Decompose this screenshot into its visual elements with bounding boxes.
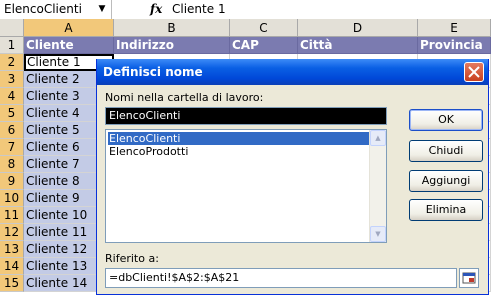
- row-header[interactable]: 7: [0, 139, 24, 156]
- dialog-titlebar[interactable]: Definisci nome: [97, 59, 488, 85]
- names-list[interactable]: ElencoClienti ElencoProdotti ▲ ▼: [105, 129, 387, 243]
- row-header[interactable]: 11: [0, 207, 24, 224]
- row-header[interactable]: 15: [0, 275, 24, 292]
- row-header[interactable]: 12: [0, 224, 24, 241]
- row-header[interactable]: 2: [0, 54, 24, 71]
- select-all-corner[interactable]: [0, 19, 24, 37]
- column-header[interactable]: D: [298, 19, 418, 37]
- close-icon: [468, 66, 480, 78]
- name-input[interactable]: ElencoClienti: [105, 107, 387, 125]
- scroll-up-icon[interactable]: ▲: [370, 130, 386, 146]
- row-header[interactable]: 14: [0, 258, 24, 275]
- column-header[interactable]: E: [418, 19, 491, 37]
- dialog-title: Definisci nome: [103, 65, 203, 79]
- row-header[interactable]: 9: [0, 173, 24, 190]
- delete-button[interactable]: Elimina: [409, 199, 483, 221]
- scrollbar[interactable]: ▲ ▼: [369, 130, 386, 242]
- column-header[interactable]: C: [230, 19, 298, 37]
- row-header[interactable]: 1: [0, 37, 24, 54]
- row-header[interactable]: 10: [0, 190, 24, 207]
- names-list-item[interactable]: ElencoClienti: [108, 132, 371, 145]
- fx-icon[interactable]: fx: [150, 0, 162, 19]
- close-dialog-button[interactable]: Chiudi: [409, 140, 483, 162]
- names-list-item[interactable]: ElencoProdotti: [108, 145, 371, 158]
- header-cell[interactable]: Indirizzo: [114, 37, 230, 54]
- column-header[interactable]: A: [24, 19, 114, 37]
- ref-label: Riferito a:: [105, 252, 159, 265]
- row-header[interactable]: 4: [0, 88, 24, 105]
- row-header[interactable]: 13: [0, 241, 24, 258]
- ref-input[interactable]: =dbClienti!$A$2:$A$21: [105, 268, 457, 288]
- row-header[interactable]: 5: [0, 105, 24, 122]
- row-header[interactable]: 6: [0, 122, 24, 139]
- ok-button[interactable]: OK: [409, 109, 483, 131]
- row-header[interactable]: 8: [0, 156, 24, 173]
- formula-bar: ElencoClienti ▼ fx Cliente 1: [0, 0, 491, 20]
- collapse-icon: [462, 272, 476, 284]
- row-header[interactable]: 3: [0, 71, 24, 88]
- header-cell[interactable]: CAP: [230, 37, 298, 54]
- names-label: Nomi nella cartella di lavoro:: [105, 91, 264, 104]
- scroll-down-icon[interactable]: ▼: [370, 226, 386, 242]
- collapse-dialog-button[interactable]: [459, 268, 479, 288]
- close-button[interactable]: [464, 62, 484, 82]
- define-name-dialog: Definisci nome Nomi nella cartella di la…: [96, 59, 489, 295]
- header-cell[interactable]: Provincia: [418, 37, 491, 54]
- chevron-down-icon[interactable]: ▼: [96, 0, 108, 19]
- header-cell[interactable]: Cliente: [24, 37, 114, 54]
- column-header[interactable]: B: [114, 19, 230, 37]
- add-button[interactable]: Aggiungi: [409, 170, 483, 192]
- header-cell[interactable]: Città: [298, 37, 418, 54]
- formula-value[interactable]: Cliente 1: [172, 0, 226, 19]
